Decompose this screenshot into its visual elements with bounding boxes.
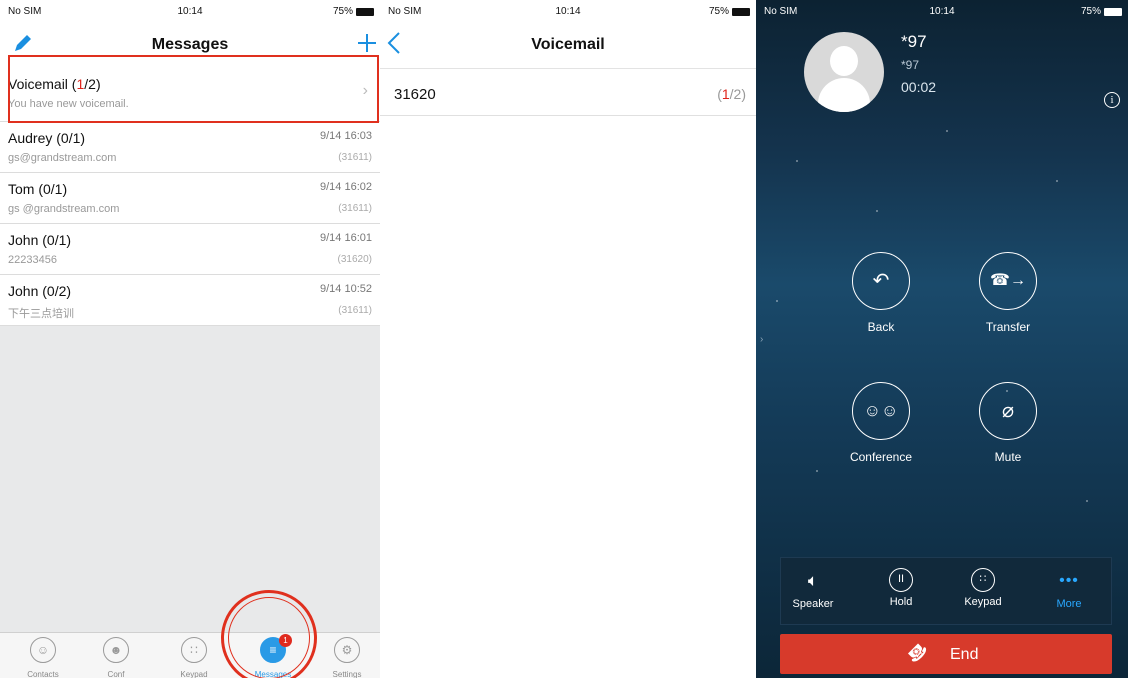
tab-label: Keypad (180, 670, 208, 678)
page-title: Voicemail (531, 36, 605, 53)
contacts-icon: ☺ (30, 637, 56, 663)
button-label: Transfer (985, 320, 1031, 334)
button-label: Mute (994, 450, 1022, 464)
list-item[interactable]: Tom (0/1) gs @grandstream.com 9/14 16:02… (0, 173, 380, 224)
voicemail-item[interactable]: 31620 (1/2) (380, 68, 756, 116)
battery-icon (1104, 7, 1122, 16)
battery-icon (356, 7, 374, 16)
contact-detail: gs@grandstream.com (8, 152, 117, 164)
voicemail-number: 31620 (394, 86, 436, 103)
end-call-button[interactable]: ☎ End (780, 634, 1112, 674)
mute-button[interactable]: ⌀ Mute (963, 382, 1053, 464)
avatar (804, 32, 884, 112)
caller-number: *97 (901, 58, 920, 72)
clock: 10:14 (177, 6, 203, 17)
contact-name: Tom (0/1) (8, 181, 68, 197)
keypad-button[interactable]: ∷ Keypad (953, 568, 1013, 608)
contact-detail: 22233456 (8, 254, 57, 266)
tab-label: Conf (107, 670, 125, 678)
button-label: Back (867, 320, 895, 334)
contact-name: John (0/2) (8, 283, 72, 299)
status-bar: No SIM 10:14 75% (756, 0, 1128, 22)
contact-name: Audrey (0/1) (8, 130, 86, 146)
tab-keypad[interactable]: ∷ Keypad (161, 637, 227, 678)
in-call-screen: No SIM 10:14 75% *97 *97 00:02 i › ↶ Bac… (756, 0, 1128, 678)
battery-indicator: 75% (333, 6, 374, 17)
contact-detail: 下午三点培训 (8, 308, 74, 320)
pause-icon: II (889, 568, 913, 592)
tab-bar: ☺ Contacts ☻ Conf ∷ Keypad ≡ 1 Messages … (0, 632, 380, 678)
back-arrow-icon: ↶ (852, 252, 910, 310)
hang-up-icon: ☎ (902, 638, 932, 667)
battery-percent: 75% (332, 6, 353, 17)
call-duration: 00:02 (901, 79, 937, 95)
transfer-button[interactable]: ☎→ Transfer (963, 252, 1053, 334)
info-icon[interactable]: i (1104, 92, 1120, 108)
tab-label: Settings (332, 670, 362, 678)
button-label: Conference (849, 450, 913, 464)
extension: (31620) (337, 254, 372, 265)
end-label: End (950, 646, 979, 663)
timestamp: 9/14 16:02 (320, 181, 372, 193)
status-bar: No SIM 10:14 75% (0, 0, 380, 22)
back-button[interactable]: ↶ Back (836, 252, 926, 334)
button-label: Speaker (792, 598, 834, 610)
tab-label: Contacts (27, 670, 59, 678)
mute-icon: ⌀ (979, 382, 1037, 440)
timestamp: 9/14 16:01 (320, 232, 372, 244)
caller-name: *97 (901, 32, 927, 51)
conference-button[interactable]: ☺☺ Conference (836, 382, 926, 464)
battery-percent: 75% (1080, 6, 1101, 17)
transfer-icon: ☎→ (979, 252, 1037, 310)
list-item[interactable]: Audrey (0/1) gs@grandstream.com 9/14 16:… (0, 122, 380, 173)
list-item[interactable]: John (0/1) 22233456 9/14 16:01 (31620) (0, 224, 380, 275)
page-title: Messages (151, 36, 229, 53)
chevron-right-icon: › (760, 334, 764, 345)
tab-conf[interactable]: ☻ Conf (83, 637, 149, 678)
list-item[interactable]: John (0/2) 下午三点培训 9/14 10:52 (31611) (0, 275, 380, 326)
button-label: Keypad (964, 596, 1002, 608)
timestamp: 9/14 16:03 (320, 130, 372, 142)
extension: (31611) (338, 152, 372, 163)
messages-tab-highlight (221, 590, 317, 678)
hold-button[interactable]: II Hold (871, 568, 931, 608)
battery-icon (732, 7, 750, 16)
conference-icon: ☺☺ (852, 382, 910, 440)
button-label: More (1056, 598, 1082, 610)
more-dots-icon: ••• (1059, 572, 1079, 589)
conference-icon: ☻ (103, 637, 129, 663)
messages-screen: No SIM 10:14 75% Messages Voicemail (1/2… (0, 0, 380, 678)
voicemail-highlight (8, 55, 379, 123)
speaker-icon: 🔈︎ (807, 571, 819, 590)
more-button[interactable]: ••• More (1039, 568, 1099, 610)
keypad-icon: ∷ (971, 568, 995, 592)
tab-settings[interactable]: ⚙ Settings (314, 637, 380, 678)
timestamp: 9/14 10:52 (320, 283, 372, 295)
keypad-icon: ∷ (181, 637, 207, 663)
battery-indicator: 75% (709, 6, 750, 17)
contact-detail: gs @grandstream.com (8, 203, 120, 215)
clock: 10:14 (929, 6, 955, 17)
extension: (31611) (338, 203, 372, 214)
speaker-button[interactable]: 🔈︎ Speaker (783, 568, 843, 610)
tab-contacts[interactable]: ☺ Contacts (10, 637, 76, 678)
clock: 10:14 (555, 6, 581, 17)
status-bar: No SIM 10:14 75% (380, 0, 756, 22)
voicemail-screen: No SIM 10:14 75% Voicemail 31620 (1/2) (380, 0, 756, 678)
battery-indicator: 75% (1081, 6, 1122, 17)
nav-bar: Voicemail (380, 22, 756, 68)
extension: (31611) (338, 305, 372, 316)
call-controls-bar: 🔈︎ Speaker II Hold ∷ Keypad ••• More (780, 557, 1112, 625)
voicemail-count: (1/2) (717, 86, 746, 102)
battery-percent: 75% (708, 6, 729, 17)
gear-icon: ⚙ (334, 637, 360, 663)
button-label: Hold (889, 596, 913, 608)
contact-name: John (0/1) (8, 232, 72, 248)
